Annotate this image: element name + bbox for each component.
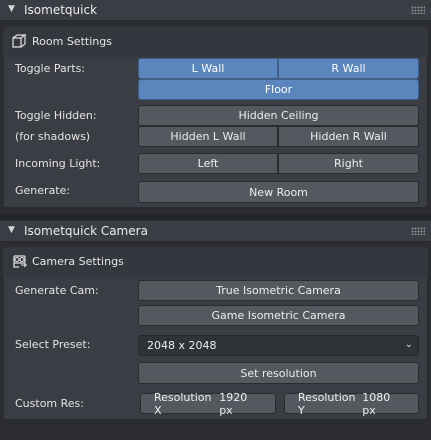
hidden-ceiling-button[interactable]: Hidden Ceiling [138,105,419,126]
preset-value: 2048 x 2048 [147,339,217,352]
collapse-arrow-icon[interactable]: ▼ [8,4,15,14]
collapse-arrow-icon[interactable]: ▼ [8,225,15,235]
cube-icon [11,33,27,52]
game-isometric-camera-button[interactable]: Game Isometric Camera [138,305,419,326]
resolution-preset-select[interactable]: 2048 x 2048 ⌄ [138,335,419,356]
for-shadows-label: (for shadows) [15,130,91,143]
true-isometric-camera-button[interactable]: True Isometric Camera [138,280,419,301]
camera-icon [11,253,29,274]
light-right-button[interactable]: Right [278,153,419,174]
resolution-y-label: Resolution Y [298,390,356,417]
room-settings-header[interactable]: Room Settings [3,27,428,57]
resolution-x-field[interactable]: Resolution X 1920 px [140,390,276,417]
hidden-l-wall-button[interactable]: Hidden L Wall [138,126,278,147]
toggle-hidden-label: Toggle Hidden: [15,109,97,122]
section-title-camera-settings: Camera Settings [32,255,124,268]
select-preset-label: Select Preset: [15,338,91,351]
section-title-room-settings: Room Settings [32,35,112,48]
toggle-parts-label: Toggle Parts: [15,62,86,75]
panel-divider [0,214,431,220]
set-resolution-button[interactable]: Set resolution [138,362,419,384]
hidden-r-wall-button[interactable]: Hidden R Wall [278,126,419,147]
resolution-x-label: Resolution X [154,390,212,417]
chevron-down-icon: ⌄ [404,339,413,350]
drag-grip-icon[interactable] [411,227,425,235]
incoming-light-label: Incoming Light: [15,157,101,170]
isometquick-camera-panel-header[interactable]: ▼ Isometquick Camera [0,221,431,242]
camera-settings-header[interactable]: Camera Settings [3,247,428,277]
panel-title: Isometquick Camera [24,224,148,238]
l-wall-toggle[interactable]: L Wall [138,58,278,79]
generate-cam-label: Generate Cam: [15,284,99,297]
r-wall-toggle[interactable]: R Wall [278,58,419,79]
resolution-y-field[interactable]: Resolution Y 1080 px [284,390,419,417]
floor-toggle[interactable]: Floor [138,79,419,100]
generate-label: Generate: [15,184,71,197]
drag-grip-icon[interactable] [411,6,425,14]
light-left-button[interactable]: Left [138,153,278,174]
isometquick-panel-header[interactable]: ▼ Isometquick [0,0,431,21]
custom-res-label: Custom Res: [15,397,84,410]
panel-title: Isometquick [24,3,98,17]
resolution-x-value: 1920 px [219,390,248,417]
resolution-y-value: 1080 px [362,390,391,417]
new-room-button[interactable]: New Room [138,181,419,203]
